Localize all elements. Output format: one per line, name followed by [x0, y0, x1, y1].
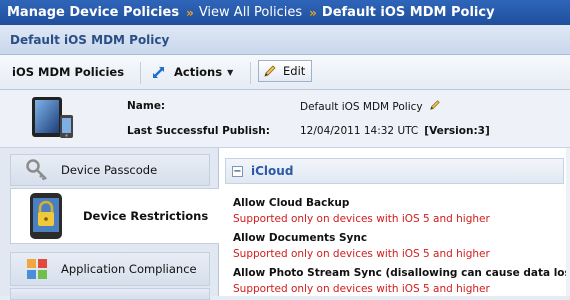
- page-title-bar: Default iOS MDM Policy: [0, 25, 570, 55]
- chevron-down-icon: ▼: [227, 67, 234, 77]
- policy-info-panel: Name: Default iOS MDM Policy Last Succes…: [0, 90, 570, 148]
- setting-note: Supported only on devices with iOS 5 and…: [233, 213, 490, 225]
- sidebar-item-label: Device Restrictions: [83, 209, 209, 223]
- breadcrumb-manage-device-policies[interactable]: Manage Device Policies: [7, 5, 179, 20]
- setting-allow-photo-stream-sync: Allow Photo Stream Sync (disallowing can…: [233, 267, 570, 279]
- sidebar-item-label: Application Compliance: [61, 262, 197, 276]
- scrollbar[interactable]: [566, 148, 570, 296]
- lock-icon: [30, 193, 62, 239]
- ios-mdm-policies-label[interactable]: iOS MDM Policies: [12, 65, 124, 79]
- publish-datetime: 12/04/2011 14:32 UTC: [300, 125, 419, 137]
- collapse-icon[interactable]: −: [232, 165, 243, 177]
- sidebar-item-label: Device Passcode: [61, 163, 158, 177]
- sidebar-item-next[interactable]: [10, 288, 210, 300]
- ipad-iphone-icon: [32, 97, 73, 138]
- pencil-icon[interactable]: [429, 99, 441, 111]
- name-label: Name:: [127, 100, 166, 112]
- breadcrumb-separator: »: [309, 5, 317, 20]
- toolbar-divider: [250, 62, 251, 84]
- actions-label: Actions: [174, 65, 223, 79]
- name-value: Default iOS MDM Policy: [300, 99, 441, 113]
- key-icon: [26, 159, 47, 181]
- sidebar-item-device-passcode[interactable]: Device Passcode: [10, 154, 210, 186]
- setting-allow-cloud-backup: Allow Cloud Backup: [233, 197, 350, 209]
- sidebar-item-application-compliance[interactable]: Application Compliance: [10, 252, 210, 286]
- edit-button[interactable]: Edit: [258, 60, 312, 82]
- pencil-icon: [264, 65, 276, 77]
- version-badge: [Version:3]: [424, 125, 490, 137]
- toolbar-divider: [140, 62, 141, 84]
- section-title: iCloud: [251, 164, 294, 178]
- setting-note: Supported only on devices with iOS 5 and…: [233, 248, 490, 260]
- policy-detail-panel: − iCloud Allow Cloud Backup Supported on…: [219, 148, 570, 296]
- last-publish-label: Last Successful Publish:: [127, 125, 270, 137]
- actions-arrows-icon: [153, 67, 164, 78]
- breadcrumb-separator: »: [186, 5, 194, 20]
- toolbar: iOS MDM Policies Actions ▼ Edit: [0, 55, 570, 90]
- sidebar-item-device-restrictions[interactable]: Device Restrictions: [10, 188, 220, 244]
- section-header-icloud: − iCloud: [225, 158, 564, 184]
- policy-name: Default iOS MDM Policy: [300, 101, 423, 113]
- policy-category-sidebar: Device Passcode Device Restrictions Appl…: [0, 148, 220, 300]
- edit-label: Edit: [283, 64, 306, 78]
- last-publish-value: 12/04/2011 14:32 UTC [Version:3]: [300, 125, 490, 137]
- apps-icon: [27, 259, 47, 279]
- setting-allow-documents-sync: Allow Documents Sync: [233, 232, 368, 244]
- page-title: Default iOS MDM Policy: [10, 32, 170, 47]
- breadcrumb: Manage Device Policies » View All Polici…: [0, 0, 570, 25]
- breadcrumb-view-all-policies[interactable]: View All Policies: [199, 5, 302, 20]
- breadcrumb-current-policy: Default iOS MDM Policy: [321, 5, 495, 20]
- setting-note: Supported only on devices with iOS 5 and…: [233, 283, 490, 295]
- actions-menu-button[interactable]: Actions ▼: [151, 61, 233, 83]
